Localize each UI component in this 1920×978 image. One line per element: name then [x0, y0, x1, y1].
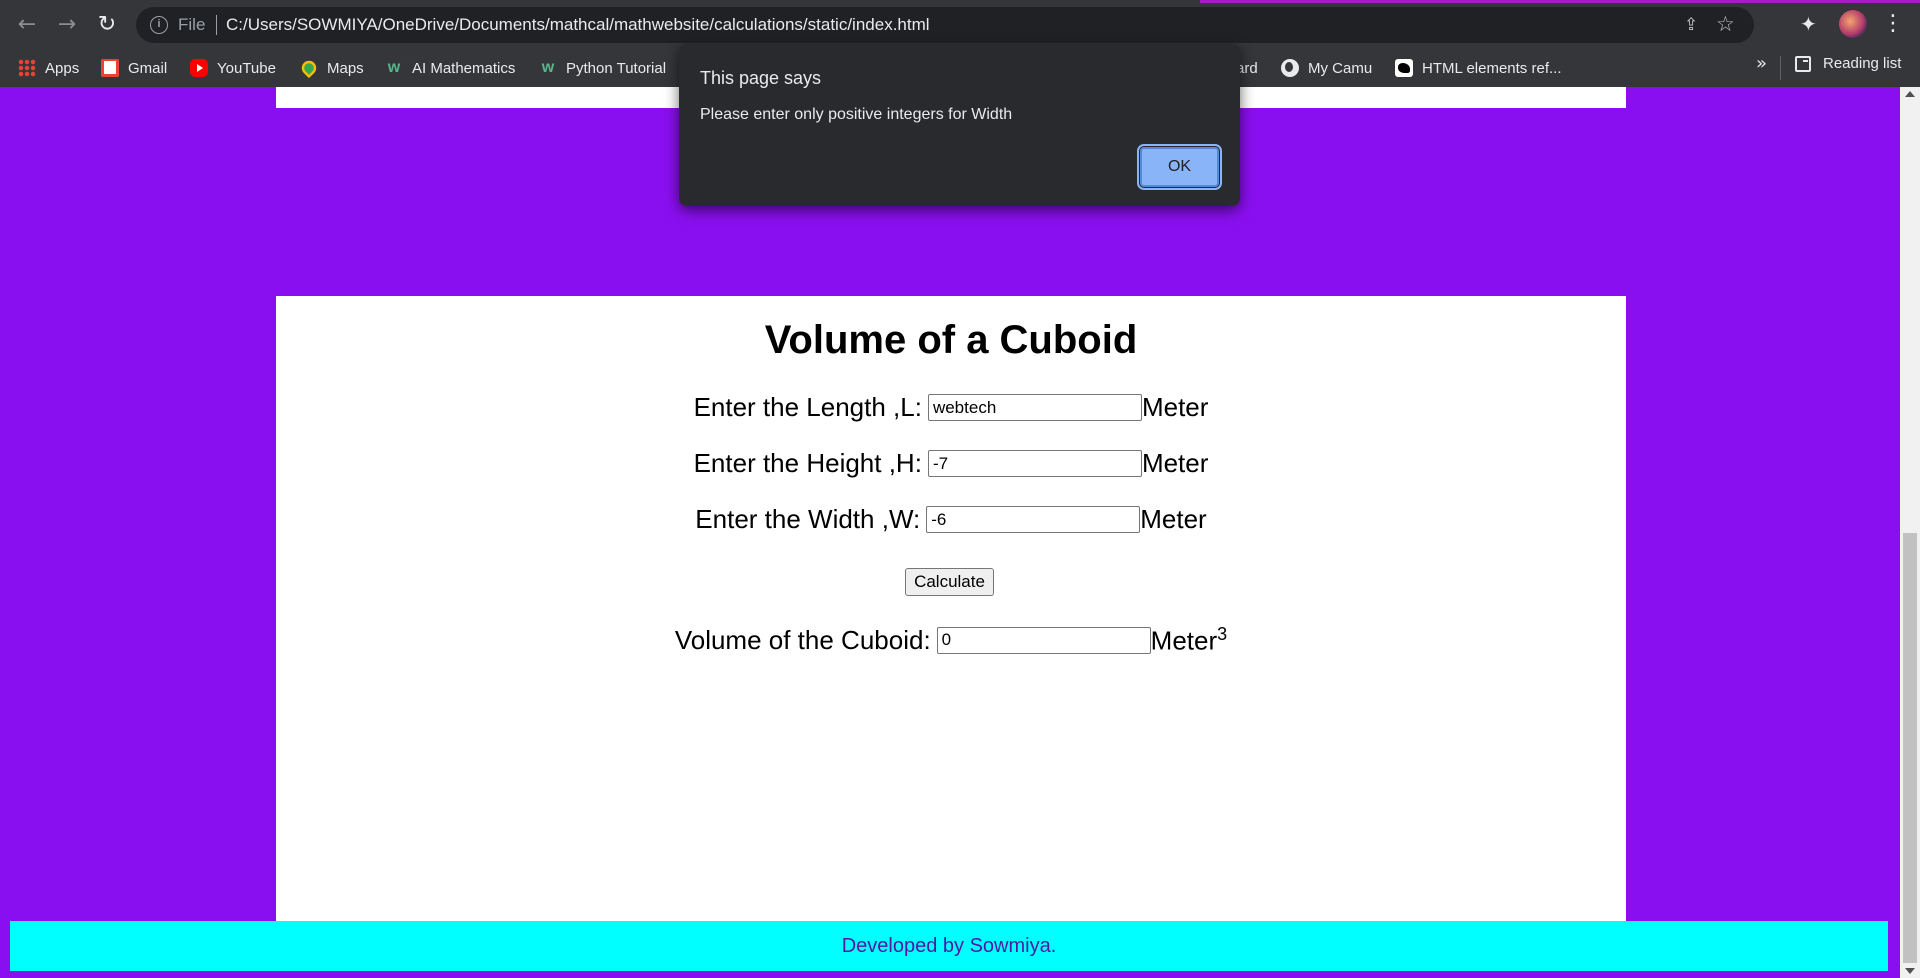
scroll-down-arrow-icon[interactable]: [1905, 968, 1915, 974]
calculate-button[interactable]: Calculate: [905, 568, 994, 596]
reading-list-label: Reading list: [1823, 55, 1902, 72]
bookmark-label: My Camu: [1308, 59, 1373, 77]
width-unit: Meter: [1140, 504, 1207, 534]
profile-avatar[interactable]: [1839, 10, 1867, 38]
footer: Developed by Sowmiya.: [10, 921, 1888, 971]
html-ref-icon: [1395, 59, 1413, 77]
youtube-icon: [190, 59, 208, 77]
scroll-up-arrow-icon[interactable]: [1905, 91, 1915, 97]
url-separator: [216, 15, 217, 35]
bookmarks-divider: [1780, 56, 1781, 80]
url-scheme: File: [178, 15, 206, 34]
w-site-icon: w: [387, 59, 401, 76]
share-icon[interactable]: ⇪: [1684, 15, 1704, 35]
bookmark-label: Apps: [45, 59, 80, 77]
browser-toolbar: ← → ↻ i File C:/Users/SOWMIYA/OneDrive/D…: [0, 0, 1920, 49]
height-label: Enter the Height ,H:: [693, 448, 922, 478]
length-label: Enter the Length ,L:: [693, 392, 922, 422]
result-unit-exponent: 3: [1217, 624, 1228, 644]
length-row: Enter the Length ,L: Meter: [276, 392, 1626, 423]
dialog-ok-button[interactable]: OK: [1137, 144, 1222, 190]
reading-list-icon: [1795, 55, 1811, 72]
dialog-title: This page says: [700, 68, 822, 88]
reload-icon[interactable]: ↻: [92, 10, 122, 40]
bookmark-label: Maps: [327, 59, 364, 77]
bookmark-label: AI Mathematics: [412, 59, 516, 77]
result-unit: Meter3: [1151, 624, 1227, 657]
bookmark-star-icon[interactable]: ☆: [1716, 12, 1740, 36]
width-label: Enter the Width ,W:: [695, 504, 921, 534]
length-input[interactable]: [927, 394, 1142, 421]
width-input[interactable]: [926, 506, 1141, 533]
info-icon[interactable]: i: [150, 16, 168, 34]
bookmark-label: Gmail: [128, 59, 168, 77]
w-site-icon: w: [541, 59, 555, 76]
bookmark-python-tutorial[interactable]: w Python Tutorial: [539, 55, 666, 81]
globe-icon: [1281, 59, 1299, 77]
result-unit-text: Meter: [1150, 625, 1218, 656]
bookmark-label: Python Tutorial: [566, 59, 667, 77]
bookmark-label: YouTube: [217, 59, 276, 77]
width-row: Enter the Width ,W: Meter: [276, 504, 1626, 535]
result-row: Volume of the Cuboid: Meter3: [276, 624, 1626, 657]
height-row: Enter the Height ,H: Meter: [276, 448, 1626, 479]
height-input[interactable]: [927, 450, 1142, 477]
result-label: Volume of the Cuboid:: [674, 624, 931, 655]
bookmark-apps[interactable]: Apps: [18, 55, 79, 81]
page-scrollbar[interactable]: [1900, 87, 1920, 978]
apps-grid-icon: [18, 59, 36, 77]
length-unit: Meter: [1141, 392, 1209, 422]
forward-arrow-icon[interactable]: →: [52, 10, 82, 40]
bookmark-label: HTML elements ref...: [1422, 59, 1562, 77]
footer-text: Developed by Sowmiya.: [841, 935, 1057, 957]
more-bookmarks-chevron-icon[interactable]: »: [1756, 53, 1767, 74]
maps-pin-icon: [298, 57, 320, 79]
scrollbar-thumb[interactable]: [1903, 533, 1917, 963]
height-unit: Meter: [1141, 448, 1209, 478]
bookmark-maps[interactable]: Maps: [298, 55, 364, 81]
extensions-puzzle-icon[interactable]: ✦: [1800, 12, 1824, 36]
bookmark-my-camu[interactable]: My Camu: [1281, 55, 1372, 81]
alert-dialog: This page says Please enter only positiv…: [679, 44, 1240, 206]
tab-strip-accent: [1200, 0, 1920, 3]
bookmark-gmail[interactable]: Gmail: [101, 55, 167, 81]
bookmark-youtube[interactable]: YouTube: [190, 55, 276, 81]
reading-list-button[interactable]: Reading list: [1795, 55, 1901, 72]
result-output[interactable]: [936, 626, 1151, 654]
bookmark-ai-mathematics[interactable]: w AI Mathematics: [385, 55, 516, 81]
dialog-message: Please enter only positive integers for …: [700, 106, 1013, 123]
back-arrow-icon[interactable]: ←: [12, 10, 42, 40]
cuboid-calculator-card: Volume of a Cuboid Enter the Length ,L: …: [276, 296, 1626, 922]
gmail-icon: [101, 59, 119, 77]
page-title: Volume of a Cuboid: [764, 318, 1138, 362]
kebab-menu-icon[interactable]: ⋮: [1882, 10, 1904, 38]
bookmark-html-elements[interactable]: HTML elements ref...: [1395, 55, 1561, 81]
address-bar[interactable]: i File C:/Users/SOWMIYA/OneDrive/Documen…: [136, 7, 1754, 43]
url-text[interactable]: C:/Users/SOWMIYA/OneDrive/Documents/math…: [226, 15, 930, 35]
